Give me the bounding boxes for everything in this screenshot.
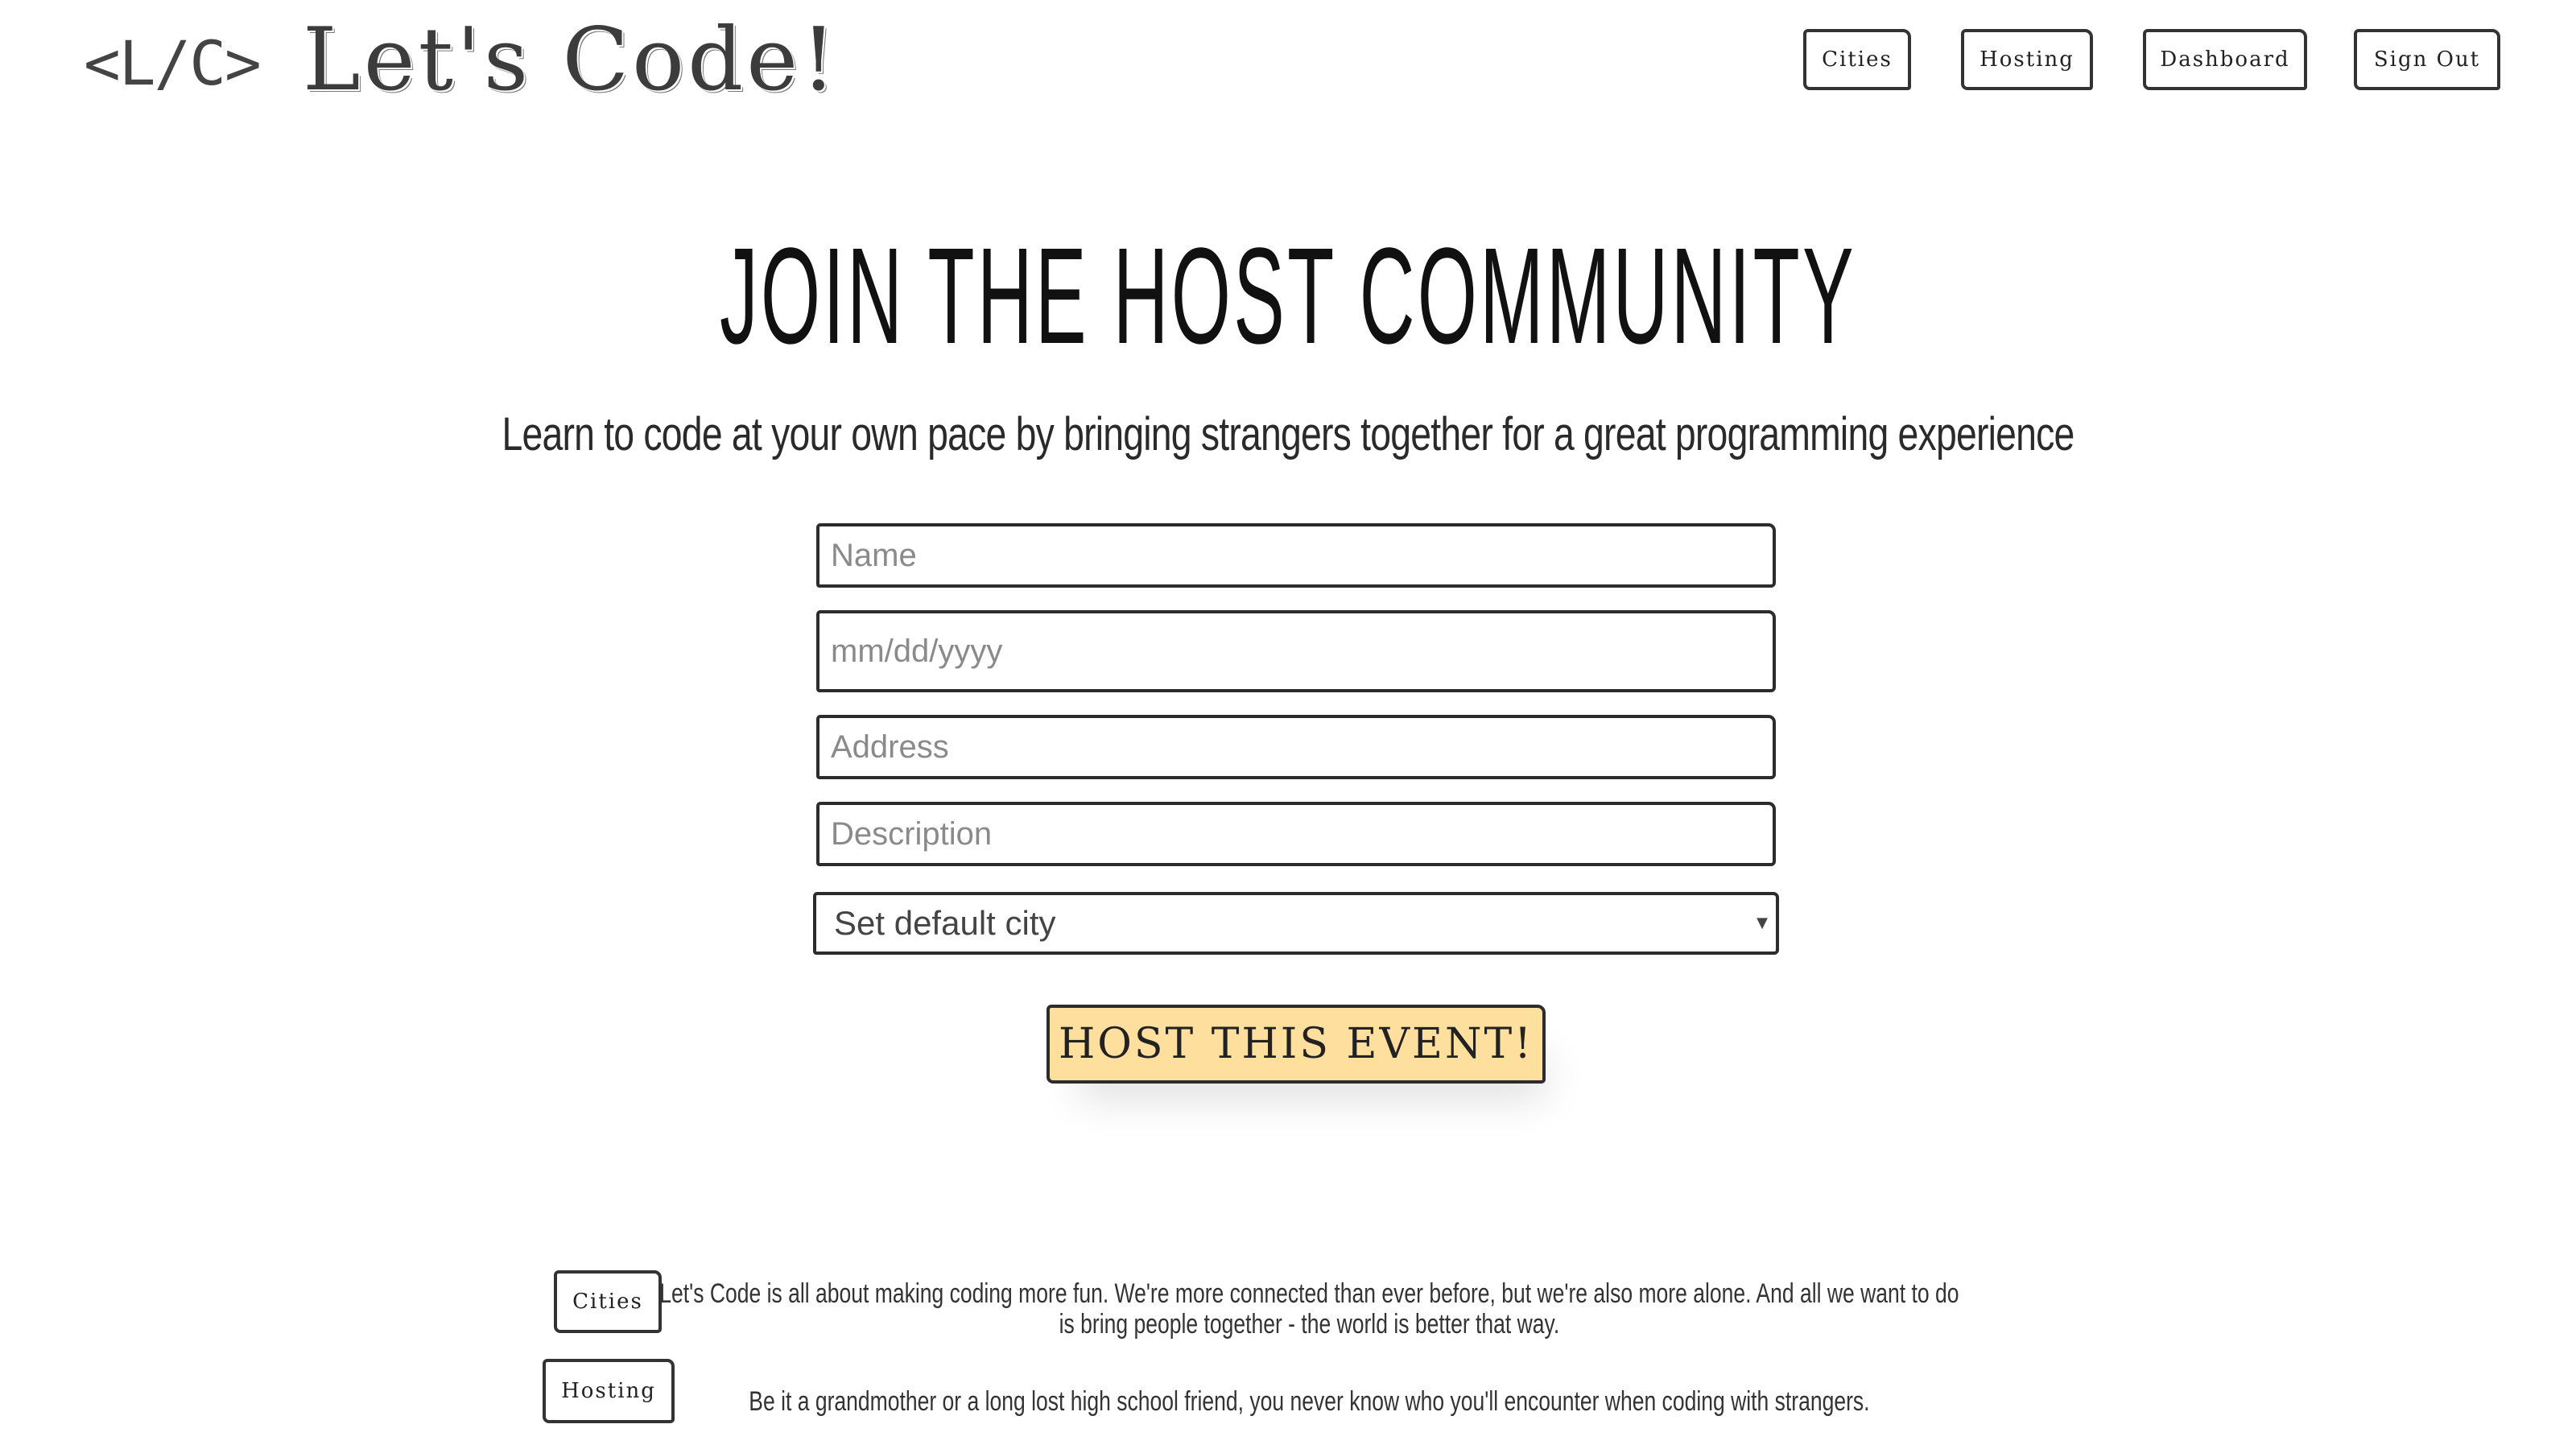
caret-down-icon: ▼ [1757, 914, 1768, 931]
footer-about-line-1: Let's Code is all about making coding mo… [659, 1278, 1959, 1309]
default-city-select-value: Set default city [834, 904, 1056, 942]
address-input[interactable] [816, 715, 1776, 779]
logo-mark[interactable]: <L/C> [84, 27, 262, 100]
name-input[interactable] [816, 523, 1776, 588]
footer-about-line-2: is bring people together - the world is … [1059, 1309, 1560, 1340]
nav-cities-button[interactable]: Cities [1803, 29, 1911, 90]
footer-about-line-3: Be it a grandmother or a long lost high … [749, 1386, 1870, 1417]
nav-hosting-button[interactable]: Hosting [1961, 29, 2093, 90]
host-event-button[interactable]: HOST THIS EVENT! [1046, 1005, 1546, 1084]
page: <L/C> Let's Code! Cities Hosting Dashboa… [0, 0, 2576, 1449]
nav-dashboard-button[interactable]: Dashboard [2143, 29, 2307, 90]
default-city-select[interactable]: Set default city ▼ [813, 892, 1779, 955]
date-input[interactable] [816, 610, 1776, 692]
nav-sign-out-button[interactable]: Sign Out [2354, 29, 2500, 90]
site-title[interactable]: Let's Code! [303, 8, 840, 113]
page-title: JOIN THE HOST COMMUNITY [720, 220, 1856, 373]
page-subtitle: Learn to code at your own pace by bringi… [502, 408, 2074, 460]
description-input[interactable] [816, 802, 1776, 866]
